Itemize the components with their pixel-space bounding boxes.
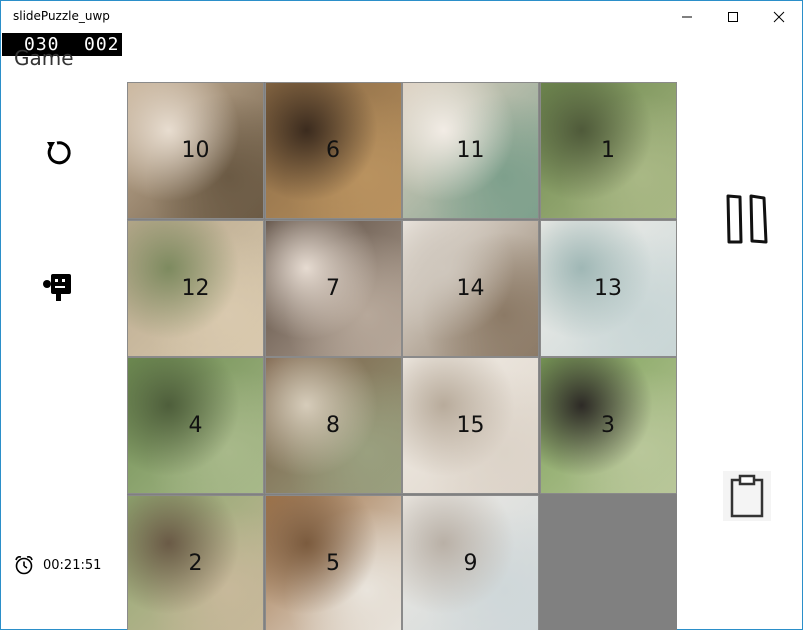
- puzzle-tile[interactable]: 15: [402, 357, 539, 494]
- puzzle-tile[interactable]: 11: [402, 82, 539, 219]
- puzzle-tile[interactable]: 6: [264, 82, 402, 219]
- puzzle-tile[interactable]: 9: [402, 494, 539, 630]
- puzzle-tile[interactable]: 2: [127, 494, 264, 630]
- tile-number: 14: [456, 275, 485, 301]
- solver-button[interactable]: [37, 267, 77, 307]
- title-bar[interactable]: slidePuzzle_uwp: [1, 1, 802, 33]
- robot-icon: [43, 274, 71, 301]
- puzzle-tile[interactable]: 7: [264, 219, 402, 357]
- timer-value: 00:21:51: [43, 557, 102, 573]
- puzzle-tile[interactable]: 12: [127, 219, 264, 357]
- reset-button[interactable]: [37, 133, 77, 173]
- puzzle-tile[interactable]: 4: [127, 357, 264, 494]
- puzzle-board: 10 6 11 1 12 7 14 13 4 8 15 3 2 5 9: [127, 82, 677, 630]
- pause-button[interactable]: [719, 191, 775, 247]
- app-window: slidePuzzle_uwp 030 002 Game 00:21:51 10…: [0, 0, 803, 630]
- puzzle-tile[interactable]: 5: [264, 494, 402, 630]
- tile-number: 6: [326, 138, 340, 163]
- refresh-icon: [47, 141, 71, 165]
- clipboard-icon: [730, 474, 764, 518]
- puzzle-tile[interactable]: 10: [127, 82, 264, 219]
- tile-number: 15: [456, 413, 485, 438]
- maximize-button[interactable]: [710, 1, 756, 33]
- tile-number: 4: [188, 413, 203, 438]
- tile-number: 1: [601, 138, 615, 163]
- close-button[interactable]: [756, 1, 802, 33]
- tile-number: 12: [181, 275, 210, 301]
- tile-number: 3: [601, 413, 615, 438]
- tile-number: 13: [594, 275, 622, 301]
- close-icon: [773, 11, 785, 23]
- minimize-icon: [682, 16, 692, 18]
- puzzle-tile[interactable]: 14: [402, 219, 539, 357]
- steps-counter: 002: [84, 34, 120, 55]
- minimize-button[interactable]: [664, 1, 710, 33]
- empty-slot: [539, 494, 677, 630]
- tile-number: 9: [463, 550, 478, 576]
- tile-number: 11: [456, 138, 485, 163]
- pause-icon: [726, 194, 768, 244]
- puzzle-tile[interactable]: 1: [539, 82, 677, 219]
- tile-number: 7: [326, 275, 340, 301]
- tile-number: 8: [326, 413, 340, 438]
- tile-number: 2: [188, 550, 203, 576]
- page-title: Game: [14, 46, 74, 70]
- clipboard-button[interactable]: [723, 471, 771, 521]
- maximize-icon: [728, 12, 738, 22]
- game-timer: 00:21:51: [13, 553, 101, 577]
- tile-number: 10: [181, 138, 210, 163]
- tile-number: 5: [326, 550, 340, 576]
- puzzle-tile[interactable]: 3: [539, 357, 677, 494]
- alarm-clock-icon: [15, 556, 33, 575]
- puzzle-tile[interactable]: 13: [539, 219, 677, 357]
- app-title: slidePuzzle_uwp: [13, 9, 110, 23]
- puzzle-tile[interactable]: 8: [264, 357, 402, 494]
